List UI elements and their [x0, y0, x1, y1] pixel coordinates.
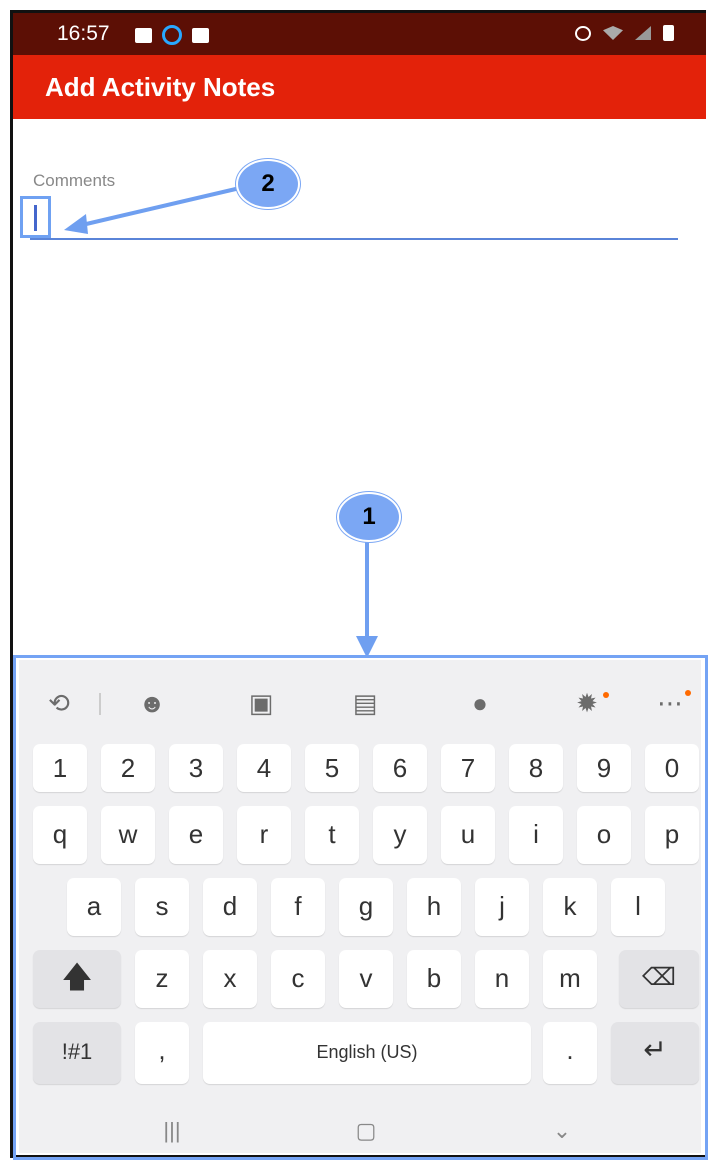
- key-0[interactable]: 0: [645, 744, 699, 792]
- key-w[interactable]: w: [101, 806, 155, 864]
- text-recognition-icon[interactable]: ⟲: [36, 688, 82, 719]
- key-v[interactable]: v: [339, 950, 393, 1008]
- more-badge: [685, 690, 691, 696]
- space-key[interactable]: English (US): [203, 1022, 531, 1084]
- key-m[interactable]: m: [543, 950, 597, 1008]
- microphone-icon[interactable]: ●: [457, 688, 503, 719]
- key-l[interactable]: l: [611, 878, 665, 936]
- key-3[interactable]: 3: [169, 744, 223, 792]
- key-9[interactable]: 9: [577, 744, 631, 792]
- key-o[interactable]: o: [577, 806, 631, 864]
- arrow-2-line: [81, 186, 241, 227]
- key-e[interactable]: e: [169, 806, 223, 864]
- key-6[interactable]: 6: [373, 744, 427, 792]
- back-icon[interactable]: ⌄: [537, 1118, 587, 1144]
- key-g[interactable]: g: [339, 878, 393, 936]
- key-s[interactable]: s: [135, 878, 189, 936]
- key-d[interactable]: d: [203, 878, 257, 936]
- toolbar-separator: [99, 693, 101, 715]
- key-f[interactable]: f: [271, 878, 325, 936]
- clipboard-icon[interactable]: ▤: [342, 688, 388, 719]
- key-b[interactable]: b: [407, 950, 461, 1008]
- key-x[interactable]: x: [203, 950, 257, 1008]
- key-r[interactable]: r: [237, 806, 291, 864]
- key-8[interactable]: 8: [509, 744, 563, 792]
- sticker-icon[interactable]: ▣: [238, 688, 284, 719]
- home-icon[interactable]: ▢: [341, 1118, 391, 1144]
- key-1[interactable]: 1: [33, 744, 87, 792]
- key-p[interactable]: p: [645, 806, 699, 864]
- key-7[interactable]: 7: [441, 744, 495, 792]
- key-y[interactable]: y: [373, 806, 427, 864]
- key-4[interactable]: 4: [237, 744, 291, 792]
- callout-2: 2: [236, 159, 300, 209]
- key-n[interactable]: n: [475, 950, 529, 1008]
- enter-key[interactable]: ↵: [611, 1022, 699, 1084]
- keyboard: ⟲ ☻ ▣ ▤ ● ✹ ⋯ 1 2 3 4 5 6 7 8 9 0 q w e …: [19, 660, 701, 1153]
- key-i[interactable]: i: [509, 806, 563, 864]
- key-a[interactable]: a: [67, 878, 121, 936]
- key-2[interactable]: 2: [101, 744, 155, 792]
- recents-icon[interactable]: |||: [147, 1118, 197, 1144]
- key-q[interactable]: q: [33, 806, 87, 864]
- settings-badge: [603, 692, 609, 698]
- shift-key[interactable]: 🡅: [33, 950, 121, 1008]
- key-h[interactable]: h: [407, 878, 461, 936]
- period-key[interactable]: .: [543, 1022, 597, 1084]
- key-5[interactable]: 5: [305, 744, 359, 792]
- symbols-key[interactable]: !#1: [33, 1022, 121, 1084]
- emoji-icon[interactable]: ☻: [129, 688, 175, 719]
- key-k[interactable]: k: [543, 878, 597, 936]
- key-z[interactable]: z: [135, 950, 189, 1008]
- key-t[interactable]: t: [305, 806, 359, 864]
- key-j[interactable]: j: [475, 878, 529, 936]
- comma-key[interactable]: ,: [135, 1022, 189, 1084]
- arrow-2-head: [64, 214, 88, 234]
- backspace-key[interactable]: ⌫: [619, 950, 699, 1008]
- key-c[interactable]: c: [271, 950, 325, 1008]
- key-u[interactable]: u: [441, 806, 495, 864]
- callout-1: 1: [337, 492, 401, 542]
